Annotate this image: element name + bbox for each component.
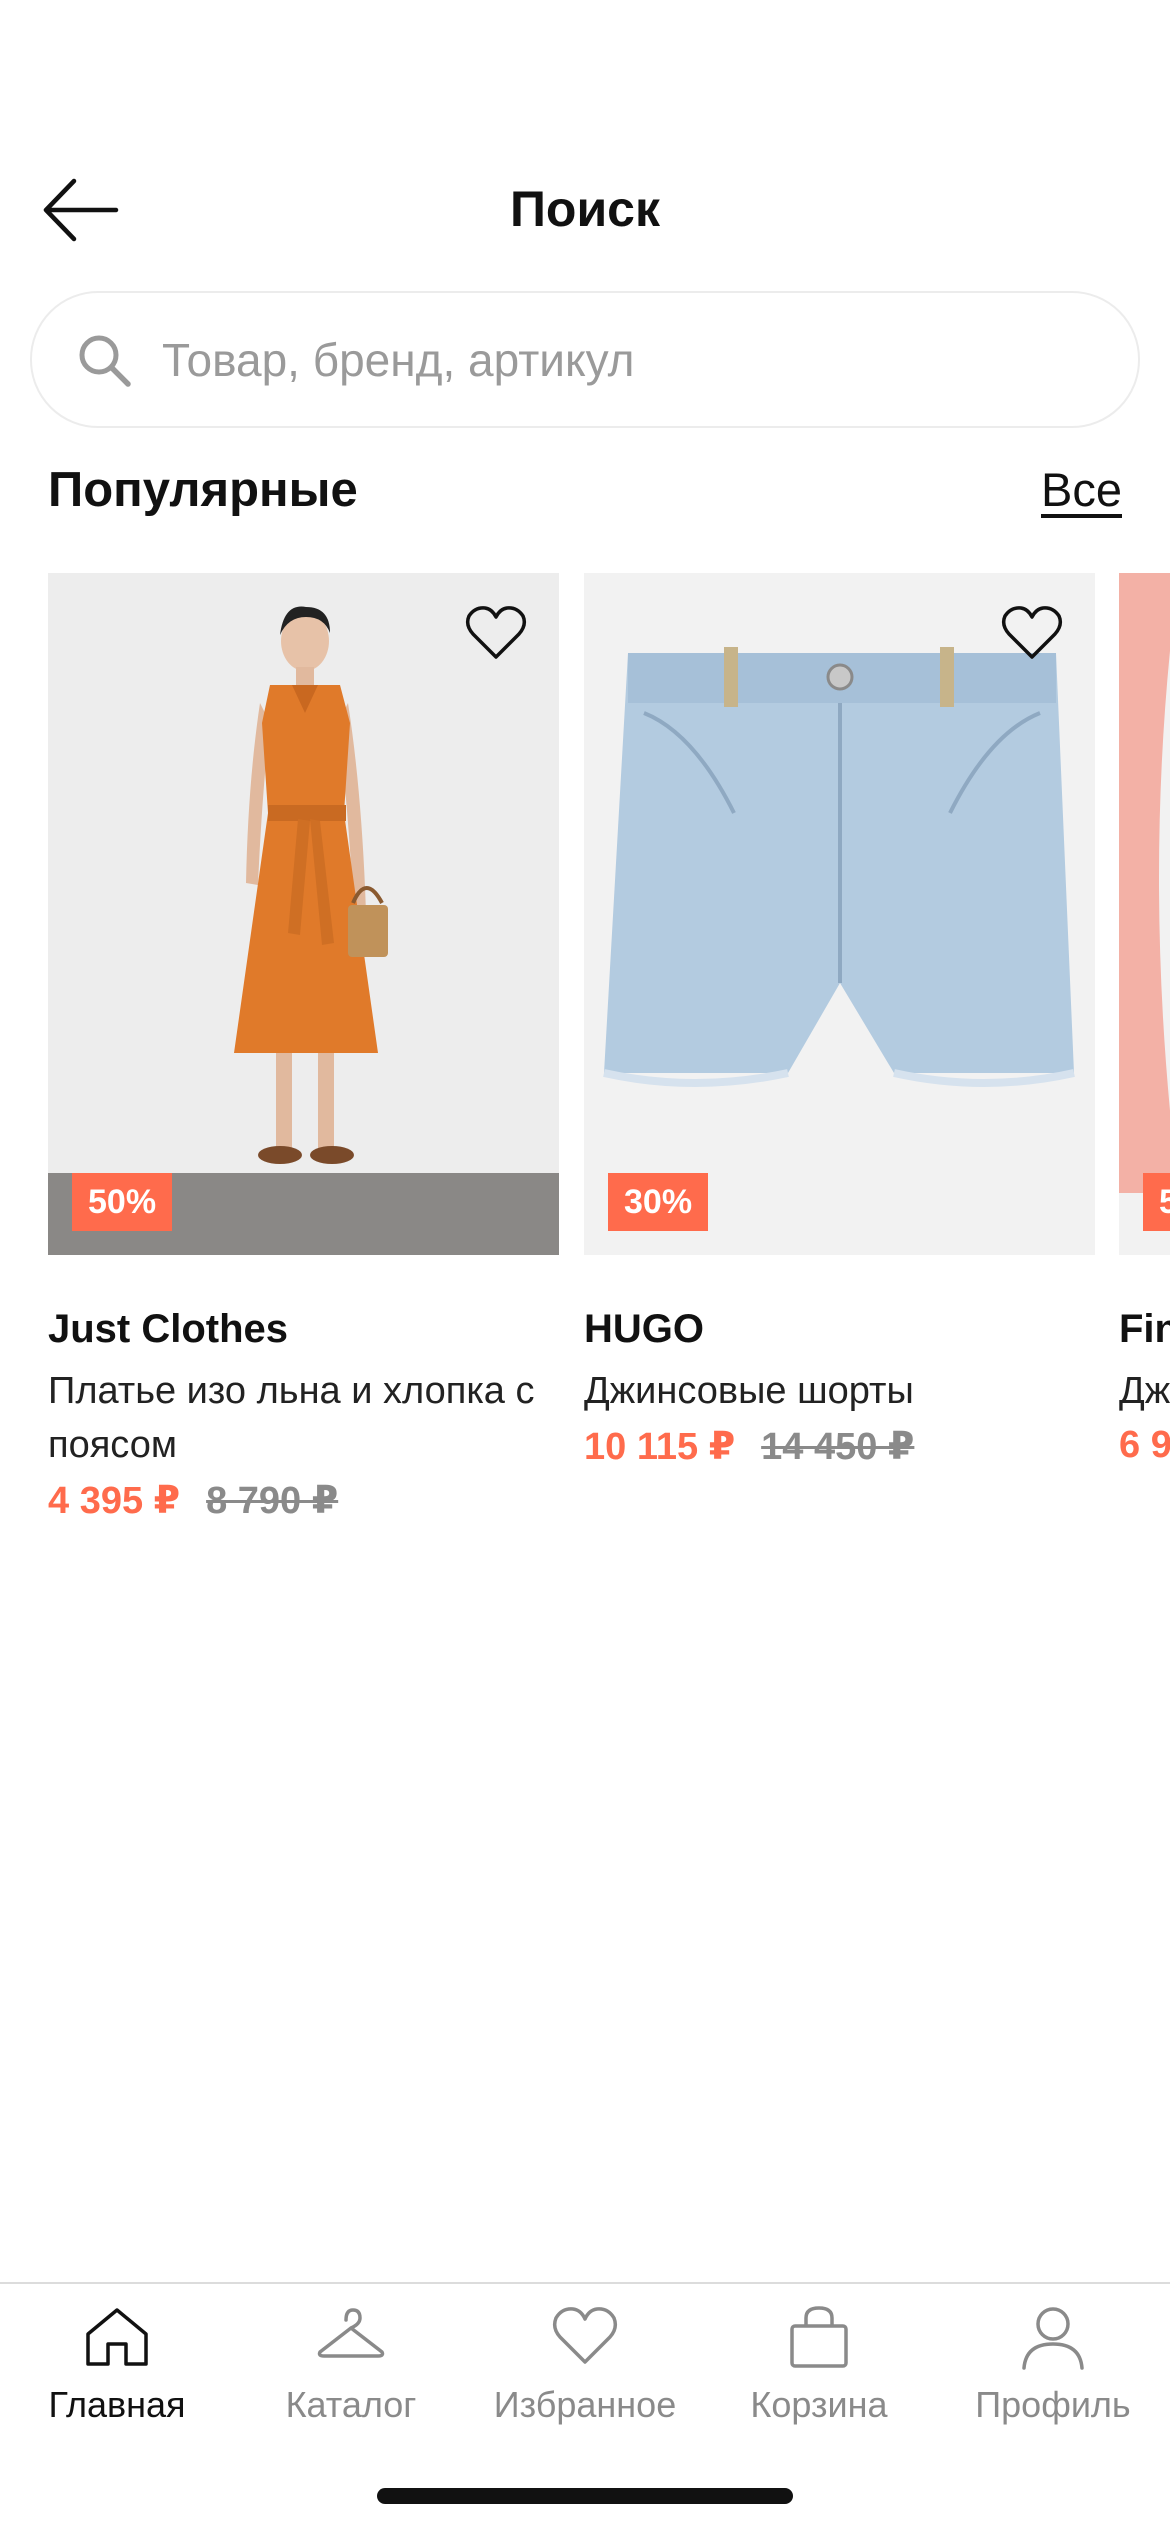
heart-icon: [552, 2307, 618, 2364]
product-card[interactable]: 5 Fin Дж 6 9: [1119, 573, 1170, 1467]
product-image[interactable]: 5: [1119, 573, 1170, 1255]
product-prices: 10 115 ₽ 14 450 ₽: [584, 1424, 1095, 1469]
section-title: Популярные: [48, 463, 358, 517]
product-brand: Fin: [1119, 1307, 1170, 1351]
product-brand: Just Clothes: [48, 1307, 289, 1351]
product-card[interactable]: 50% Just Clothes Платье изо льна и хлопк…: [48, 573, 559, 1523]
see-all-link[interactable]: Все: [1041, 462, 1122, 517]
search-input[interactable]: [162, 332, 1062, 387]
price-old: 14 450 ₽: [761, 1426, 915, 1468]
product-image[interactable]: 50%: [48, 573, 559, 1255]
heart-icon[interactable]: [465, 605, 527, 661]
tab-label: Профиль: [975, 2384, 1131, 2425]
tab-label: Избранное: [493, 2384, 677, 2425]
price-current: 4 395 ₽: [48, 1480, 181, 1522]
tab-label: Каталог: [285, 2384, 417, 2425]
tab-profile[interactable]: Профиль: [936, 2284, 1170, 2464]
product-brand: HUGO: [584, 1307, 704, 1351]
product-card[interactable]: 30% HUGO Джинсовые шорты 10 115 ₽ 14 450…: [584, 573, 1095, 1469]
tab-favorites[interactable]: Избранное: [468, 2284, 702, 2464]
search-screen: Поиск Популярные Все: [0, 0, 1170, 2532]
home-icon: [86, 2308, 148, 2366]
search-field[interactable]: [30, 291, 1140, 428]
search-icon: [79, 335, 131, 387]
product-name: Платье изо льна и хлопка с поясом: [48, 1370, 535, 1466]
tab-label: Корзина: [750, 2384, 888, 2425]
discount-badge: 5: [1143, 1173, 1170, 1231]
discount-badge: 30%: [608, 1173, 709, 1231]
tab-catalog[interactable]: Каталог: [234, 2284, 468, 2464]
tab-cart[interactable]: Корзина: [702, 2284, 936, 2464]
bag-icon: [790, 2306, 848, 2368]
header: Поиск: [0, 150, 1170, 270]
shorts-photo: [584, 573, 1095, 1255]
price-current: 6 9: [1119, 1424, 1170, 1466]
discount-badge: 50%: [72, 1173, 173, 1231]
dress-photo: [48, 573, 559, 1255]
product-name: Дж: [1119, 1370, 1170, 1412]
home-indicator: [377, 2488, 793, 2504]
price-old: 8 790 ₽: [206, 1480, 339, 1522]
product-prices: 4 395 ₽ 8 790 ₽: [48, 1478, 559, 1523]
hanger-icon: [317, 2308, 385, 2358]
tab-home[interactable]: Главная: [0, 2284, 234, 2464]
tab-label: Главная: [48, 2384, 186, 2425]
product-photo: [1119, 573, 1170, 1255]
price-current: 10 115 ₽: [584, 1426, 736, 1468]
profile-icon: [1022, 2307, 1084, 2370]
product-image[interactable]: 30%: [584, 573, 1095, 1255]
page-title: Поиск: [509, 181, 661, 237]
product-prices: 6 9: [1119, 1424, 1170, 1467]
product-name: Джинсовые шорты: [584, 1370, 914, 1412]
heart-icon[interactable]: [1001, 605, 1063, 661]
